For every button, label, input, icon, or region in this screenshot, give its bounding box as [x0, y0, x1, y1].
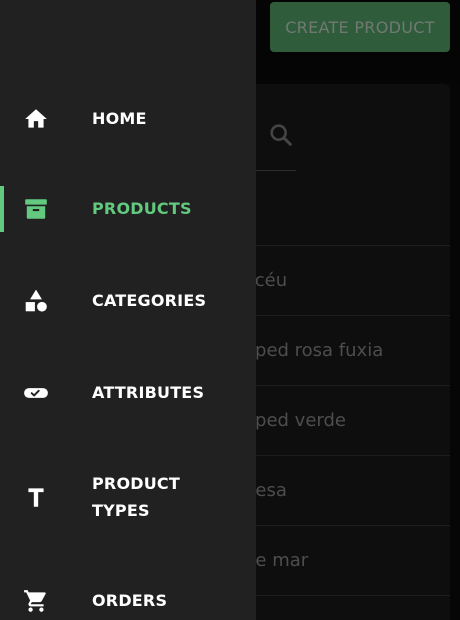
nav-item-categories[interactable]: CATEGORIES — [0, 278, 256, 324]
nav-item-products[interactable]: PRODUCTS — [0, 186, 256, 232]
cart-icon — [22, 587, 50, 615]
nav-label-orders: ORDERS — [92, 591, 168, 610]
nav-label-categories: CATEGORIES — [92, 291, 207, 310]
shapes-icon — [22, 287, 50, 315]
nav-label-product-types: PRODUCT TYPES — [92, 470, 242, 524]
nav-label-home: HOME — [92, 109, 147, 128]
nav-item-home[interactable]: HOME — [0, 96, 256, 142]
nav-item-orders[interactable]: ORDERS — [0, 578, 256, 620]
archive-icon — [22, 195, 50, 223]
navigation-drawer: HOME PRODUCTS CATEGORIES ATTRIBUTES PROD… — [0, 0, 256, 620]
text-t-icon — [22, 483, 50, 511]
app-screen: CREATE PRODUCT l céu oped rosa fuxia ope… — [0, 0, 460, 620]
nav-item-product-types[interactable]: PRODUCT TYPES — [0, 468, 256, 526]
nav-label-products: PRODUCTS — [92, 199, 192, 218]
toggle-check-icon — [22, 379, 50, 407]
nav-label-attributes: ATTRIBUTES — [92, 383, 205, 402]
nav-item-attributes[interactable]: ATTRIBUTES — [0, 370, 256, 416]
nav-label-line: PRODUCT — [92, 474, 180, 493]
nav-label-line: TYPES — [92, 501, 150, 520]
home-icon — [22, 105, 50, 133]
